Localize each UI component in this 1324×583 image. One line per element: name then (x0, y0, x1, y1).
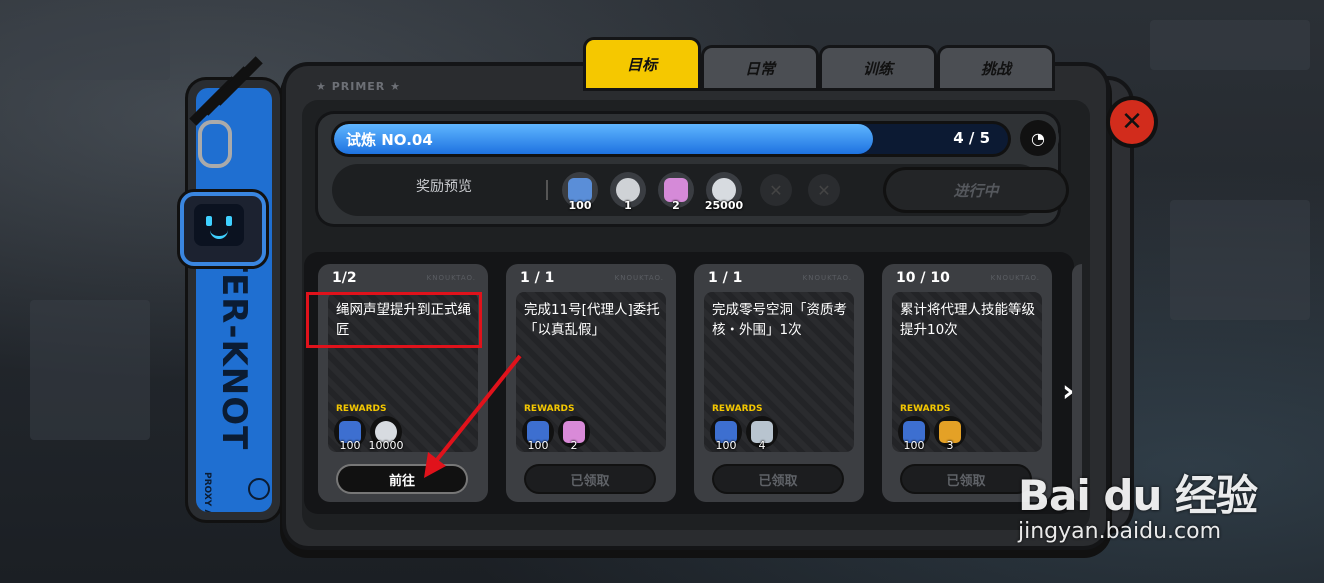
watermark-logo: Bai du 经验 (1018, 471, 1258, 520)
baidu-watermark: Bai du 经验 jingyan.baidu.com (1018, 462, 1258, 544)
